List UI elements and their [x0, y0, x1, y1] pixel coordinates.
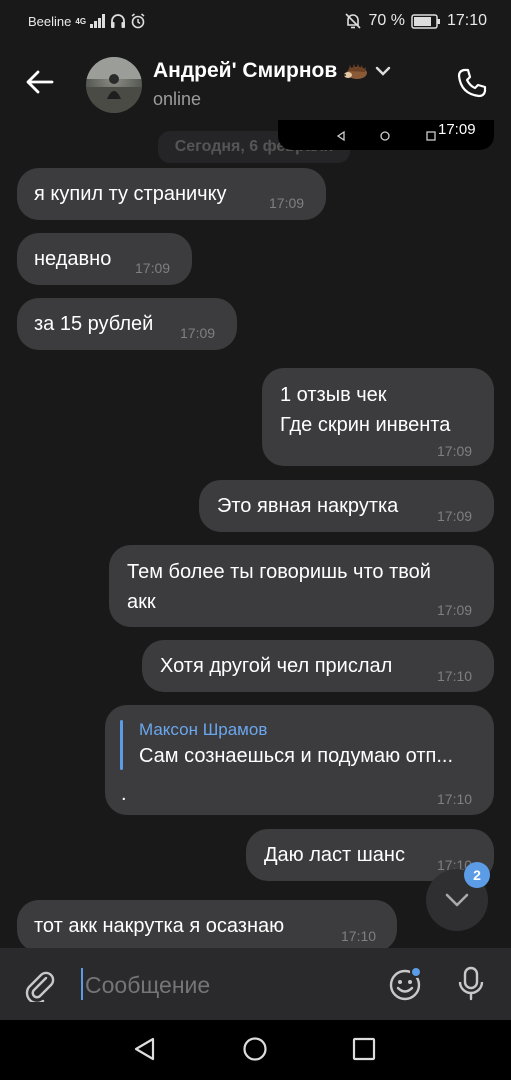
network-type: 4G [75, 16, 87, 26]
message-text: . [121, 783, 127, 805]
phone-call-icon[interactable] [455, 66, 489, 100]
reply-quote-bar [120, 720, 123, 770]
carrier-label: Beeline [28, 13, 72, 29]
microphone-icon[interactable] [455, 966, 487, 1002]
battery-icon [411, 13, 440, 29]
message-time: 17:10 [437, 791, 473, 807]
message-incoming[interactable]: за 15 рублей 17:09 [17, 298, 237, 350]
reply-preview: Сам сознаешься и подумаю отп... [139, 745, 453, 767]
message-composer [0, 948, 511, 1020]
message-time: 17:09 [437, 443, 473, 459]
message-time: 17:09 [269, 195, 305, 211]
presence-status: online [153, 89, 202, 109]
message-incoming[interactable]: я купил ту страничку 17:09 [17, 168, 326, 220]
pip-overlay[interactable]: 17:09 [278, 120, 494, 150]
message-time: 17:09 [437, 508, 473, 524]
message-text: Даю ласт шанс [264, 844, 405, 866]
attachment-icon[interactable] [22, 968, 56, 1002]
alarm-icon [131, 13, 145, 29]
message-outgoing-reply[interactable]: Максон Шрамов Сам сознаешься и подумаю о… [105, 705, 494, 815]
message-incoming[interactable]: тот акк накрутка я осазнаю 17:10 [17, 900, 397, 952]
message-time: 17:09 [180, 325, 216, 341]
message-outgoing[interactable]: Тем более ты говоришь что твой акк 17:09 [109, 545, 494, 627]
reply-author: Максон Шрамов [139, 720, 268, 739]
message-text: за 15 рублей [34, 313, 154, 335]
chat-header: Андрей' Смирнов online [0, 42, 511, 124]
pip-home-icon [380, 131, 390, 141]
hedgehog-emoji-icon [344, 64, 368, 79]
message-time: 17:09 [437, 602, 473, 618]
contact-name[interactable]: Андрей' Смирнов [153, 59, 391, 83]
status-bar: Beeline 4G 70 % 17:10 [0, 0, 511, 42]
pip-recents-icon [426, 131, 436, 141]
unread-count-badge: 2 [464, 862, 490, 888]
message-text: тот акк накрутка я осазнаю [34, 915, 285, 937]
nav-home-icon[interactable] [242, 1036, 268, 1062]
message-outgoing[interactable]: Хотя другой чел прислал 17:10 [142, 640, 494, 692]
signal-icon [90, 14, 106, 28]
message-outgoing[interactable]: Это явная накрутка 17:09 [199, 480, 494, 532]
chevron-down-icon [445, 893, 469, 907]
sticker-emoji-icon[interactable] [388, 966, 424, 1002]
message-text-line1: 1 отзыв чек [280, 384, 387, 406]
back-arrow-icon[interactable] [22, 64, 58, 100]
chevron-down-icon[interactable] [375, 65, 391, 77]
message-time: 17:10 [341, 928, 377, 944]
message-outgoing[interactable]: 1 отзыв чек Где скрин инвента 17:09 [262, 368, 494, 466]
nav-back-icon[interactable] [132, 1036, 158, 1062]
system-navigation-bar [0, 1020, 511, 1080]
mute-bell-icon [345, 13, 362, 29]
message-text-line2: Где скрин инвента [280, 414, 451, 436]
message-time: 17:10 [437, 668, 473, 684]
battery-percent: 70 % [368, 12, 405, 29]
pip-back-icon [336, 131, 345, 141]
avatar[interactable] [86, 57, 142, 113]
headphones-icon [111, 14, 126, 28]
message-input[interactable] [83, 966, 377, 1004]
message-text: недавно [34, 248, 112, 270]
message-text: Это явная накрутка [217, 495, 399, 517]
message-text: Хотя другой чел прислал [160, 655, 393, 677]
message-text: я купил ту страничку [34, 183, 227, 205]
contact-name-text: Андрей' Смирнов [153, 59, 338, 82]
pip-time: 17:09 [438, 121, 476, 138]
message-text-line2: акк [127, 591, 156, 613]
message-time: 17:09 [135, 260, 171, 276]
nav-recents-icon[interactable] [352, 1037, 376, 1061]
message-incoming[interactable]: недавно 17:09 [17, 233, 192, 285]
message-text-line1: Тем более ты говоришь что твой [127, 561, 431, 583]
clock: 17:10 [446, 12, 487, 29]
